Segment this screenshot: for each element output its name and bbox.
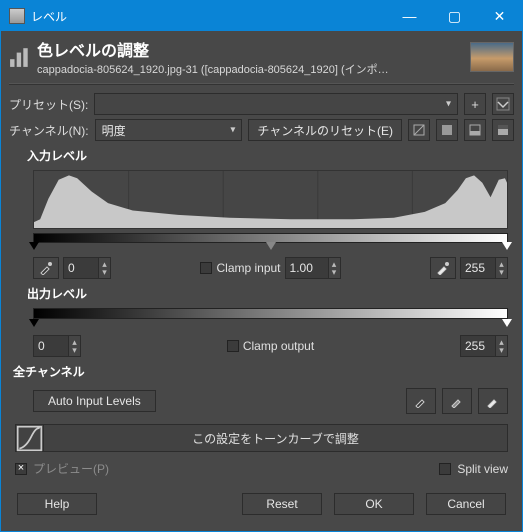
clamp-input-label: Clamp input — [216, 261, 280, 275]
dialog-title: 色レベルの調整 — [37, 37, 464, 61]
levels-dialog: レベル — ▢ ✕ 色レベルの調整 cappadocia-805624_1920… — [0, 0, 523, 532]
titlebar: レベル — ▢ ✕ — [1, 1, 522, 31]
help-button[interactable]: Help — [17, 493, 97, 515]
app-icon — [9, 8, 25, 24]
preset-label: プリセット(S): — [9, 96, 88, 113]
preset-add-button[interactable]: + — [464, 93, 486, 115]
spinner-icon[interactable]: ▴▾ — [328, 258, 340, 278]
window-title: レベル — [31, 8, 387, 25]
tone-curve-button[interactable]: この設定をトーンカーブで調整 — [15, 424, 508, 452]
input-values-row: 0▴▾ Clamp input 1.00▴▾ 255▴▾ — [33, 257, 508, 279]
input-levels-label: 入力レベル — [27, 147, 514, 164]
minimize-button[interactable]: — — [387, 1, 432, 31]
chevron-down-icon: ▾ — [230, 125, 235, 136]
clamp-output-checkbox[interactable] — [227, 340, 239, 352]
spinner-icon[interactable]: ▴▾ — [495, 258, 507, 278]
split-view-checkbox[interactable] — [439, 463, 451, 475]
output-values-row: 0▴▾ Clamp output 255▴▾ — [33, 335, 508, 357]
pick-black-all[interactable] — [406, 388, 436, 414]
channel-row: チャンネル(N): 明度 ▾ チャンネルのリセット(E) — [9, 119, 514, 141]
reset-button[interactable]: Reset — [242, 493, 322, 515]
output-slider[interactable] — [33, 308, 508, 319]
input-black-handle[interactable] — [29, 242, 39, 250]
spinner-icon[interactable]: ▴▾ — [98, 258, 110, 278]
dialog-subtitle: cappadocia-805624_1920.jpg-31 ([cappadoc… — [37, 61, 397, 77]
channel-value: 明度 — [102, 122, 126, 139]
channel-icon-1[interactable] — [408, 119, 430, 141]
histogram — [33, 170, 508, 229]
all-channels-row: Auto Input Levels — [33, 388, 508, 414]
channel-select[interactable]: 明度 ▾ — [95, 119, 243, 141]
input-gamma-field[interactable]: 1.00▴▾ — [285, 257, 341, 279]
channel-icon-2[interactable] — [436, 119, 458, 141]
split-view-label: Split view — [457, 462, 508, 476]
output-white-handle[interactable] — [502, 319, 512, 327]
image-thumbnail — [470, 42, 514, 72]
close-button[interactable]: ✕ — [477, 1, 522, 31]
pick-black-point[interactable] — [33, 257, 59, 279]
output-levels-label: 出力レベル — [27, 285, 514, 302]
spinner-icon[interactable]: ▴▾ — [495, 336, 507, 356]
output-black-handle[interactable] — [29, 319, 39, 327]
input-white-handle[interactable] — [502, 242, 512, 250]
preset-select[interactable]: ▾ — [94, 93, 458, 115]
auto-button[interactable]: Auto Input Levels — [33, 390, 156, 412]
channel-reset-button[interactable]: チャンネルのリセット(E) — [248, 119, 402, 141]
curve-icon — [16, 425, 44, 451]
pick-gray-all[interactable] — [442, 388, 472, 414]
preset-menu-button[interactable] — [492, 93, 514, 115]
ok-button[interactable]: OK — [334, 493, 414, 515]
channel-icon-3[interactable] — [464, 119, 486, 141]
output-high-field[interactable]: 255▴▾ — [460, 335, 508, 357]
all-channels-label: 全チャンネル — [13, 363, 514, 380]
chevron-down-icon: ▾ — [446, 99, 451, 110]
clamp-input-checkbox[interactable] — [200, 262, 212, 274]
output-low-field[interactable]: 0▴▾ — [33, 335, 81, 357]
separator — [9, 83, 514, 85]
spinner-icon[interactable]: ▴▾ — [68, 336, 80, 356]
maximize-button[interactable]: ▢ — [432, 1, 477, 31]
preset-row: プリセット(S): ▾ + — [9, 93, 514, 115]
input-low-field[interactable]: 0▴▾ — [63, 257, 111, 279]
preview-checkbox[interactable] — [15, 463, 27, 475]
cancel-button[interactable]: Cancel — [426, 493, 506, 515]
channel-icon-4[interactable] — [492, 119, 514, 141]
clamp-output-label: Clamp output — [243, 339, 314, 353]
preview-row: プレビュー(P) Split view — [15, 460, 508, 477]
preview-label: プレビュー(P) — [33, 460, 109, 477]
tone-curve-label: この設定をトーンカーブで調整 — [44, 426, 507, 451]
input-gamma-handle[interactable] — [266, 242, 276, 250]
input-high-field[interactable]: 255▴▾ — [460, 257, 508, 279]
pick-white-all[interactable] — [478, 388, 508, 414]
dialog-header: 色レベルの調整 cappadocia-805624_1920.jpg-31 ([… — [9, 37, 514, 77]
channel-label: チャンネル(N): — [9, 122, 89, 139]
levels-icon — [9, 46, 31, 68]
footer: Help Reset OK Cancel — [9, 485, 514, 523]
input-slider[interactable] — [33, 233, 508, 243]
pick-white-point[interactable] — [430, 257, 456, 279]
